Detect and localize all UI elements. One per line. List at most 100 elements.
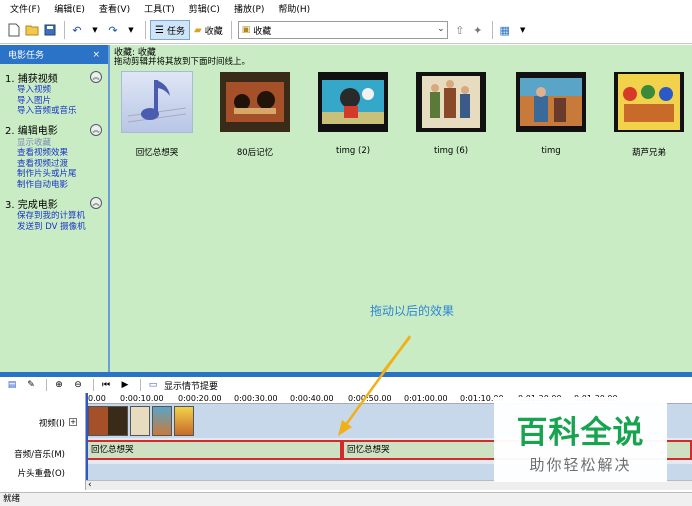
- tasks-button[interactable]: ☰ 任务: [150, 20, 190, 40]
- narrate-icon[interactable]: ✎: [23, 378, 39, 392]
- tasks-label: 任务: [166, 26, 185, 37]
- save-icon[interactable]: [42, 20, 58, 40]
- chevron-up-icon[interactable]: ︽: [90, 71, 102, 83]
- timeline-audio-clip[interactable]: 回忆总想哭: [86, 440, 342, 460]
- menu-file[interactable]: 文件(F): [10, 2, 40, 15]
- ruler-tick: 0:00:50.00: [348, 394, 392, 403]
- video-clip-thumbnail: [614, 72, 684, 132]
- menu-clip[interactable]: 剪辑(C): [189, 2, 220, 15]
- toolbar-separator: [140, 379, 141, 391]
- video-clip-thumbnail: [220, 72, 290, 132]
- clip-name: timg (2): [335, 146, 371, 156]
- scroll-left-icon[interactable]: ‹: [88, 480, 92, 490]
- play-icon[interactable]: ▶: [117, 378, 133, 392]
- redo-icon[interactable]: ↷: [105, 20, 121, 40]
- tasks-icon: ☰: [155, 24, 164, 36]
- clip-item[interactable]: 80后记忆: [218, 72, 292, 158]
- collection-view: 收藏: 收藏 拖动剪辑并将其放到下面时间线上。 回忆总想哭 80后记忆 timg…: [110, 45, 692, 372]
- timeline-icon[interactable]: ▤: [4, 378, 20, 392]
- collection-select-value: 收藏: [253, 26, 272, 37]
- undo-icon[interactable]: ↶: [69, 20, 85, 40]
- redo-dropdown-icon[interactable]: ▼: [123, 20, 139, 40]
- menu-edit[interactable]: 编辑(E): [54, 2, 85, 15]
- ruler-tick: 0:00:10.00: [120, 394, 164, 403]
- audio-track-label: 音频/音乐(M): [14, 450, 65, 460]
- link-send-to-dv[interactable]: 发送到 DV 摄像机: [17, 222, 108, 233]
- audio-clip-thumbnail: [121, 71, 193, 133]
- undo-dropdown-icon[interactable]: ▼: [87, 20, 103, 40]
- up-level-icon[interactable]: ⇧: [452, 20, 468, 40]
- link-import-pictures[interactable]: 导入图片: [17, 96, 108, 107]
- new-file-icon[interactable]: [6, 20, 22, 40]
- close-icon[interactable]: ×: [92, 50, 100, 60]
- rewind-icon[interactable]: ⏮: [98, 378, 114, 392]
- section-title: 3. 完成电影: [5, 199, 58, 211]
- video-clip-thumbnail: [416, 72, 486, 132]
- clip-item[interactable]: timg: [514, 72, 588, 156]
- audio-clip-name: 回忆总想哭: [91, 445, 134, 455]
- playhead[interactable]: [86, 393, 88, 480]
- menu-tools[interactable]: 工具(T): [144, 2, 175, 15]
- zoom-out-icon[interactable]: ⊖: [70, 378, 86, 392]
- link-view-effects[interactable]: 查看视频效果: [17, 148, 108, 159]
- clip-item[interactable]: timg (6): [414, 72, 488, 156]
- clip-name: timg (6): [433, 146, 469, 156]
- watermark-title: 百科全说: [516, 415, 645, 451]
- timeline-video-clip[interactable]: [174, 406, 194, 436]
- timeline-video-clip[interactable]: [152, 406, 172, 436]
- video-clip-thumbnail: [318, 72, 388, 132]
- ruler-tick: 0:00:20.00: [178, 394, 222, 403]
- timeline-video-clip[interactable]: [88, 406, 128, 436]
- edit-links: 显示收藏 查看视频效果 查看视频过渡 制作片头或片尾 制作自动电影: [0, 138, 108, 191]
- storyboard-icon[interactable]: ▭: [145, 378, 161, 392]
- toolbar-separator: [230, 21, 232, 39]
- track-labels: 视频(I) + 音频/音乐(M) 片头重叠(O): [0, 393, 86, 490]
- clip-item[interactable]: 葫芦兄弟: [612, 72, 686, 158]
- link-import-video[interactable]: 导入视频: [17, 85, 108, 96]
- collections-button[interactable]: ▰ 收藏: [190, 20, 227, 40]
- views-dropdown-icon[interactable]: ▼: [515, 20, 531, 40]
- timeline-video-clip[interactable]: [130, 406, 150, 436]
- toolbar-separator: [145, 21, 146, 39]
- video-track-label: 视频(I): [38, 419, 65, 429]
- menu-view[interactable]: 查看(V): [99, 2, 130, 15]
- chevron-up-icon[interactable]: ︽: [90, 123, 102, 136]
- video-clip-thumbnail: [516, 72, 586, 132]
- clip-name: 葫芦兄弟: [631, 148, 666, 158]
- section-finish-movie[interactable]: 3. 完成电影 ︽: [0, 195, 108, 211]
- link-automovie[interactable]: 制作自动电影: [17, 180, 108, 191]
- collection-select[interactable]: ▣ 收藏 ⌄: [237, 21, 448, 39]
- watermark-logo: 百科全说 助你轻松解决: [494, 397, 667, 482]
- link-show-collections[interactable]: 显示收藏: [17, 138, 108, 149]
- ruler-tick: 0:01:00.00: [404, 394, 448, 403]
- section-capture-video[interactable]: 1. 捕获视频 ︽: [0, 69, 108, 85]
- link-view-transitions[interactable]: 查看视频过渡: [17, 159, 108, 170]
- section-title: 2. 编辑电影: [5, 126, 58, 137]
- folder-icon: ▰: [193, 24, 202, 36]
- clip-item[interactable]: 回忆总想哭: [120, 71, 194, 158]
- collection-hint: 拖动剪辑并将其放到下面时间线上。: [114, 57, 251, 67]
- section-edit-movie[interactable]: 2. 编辑电影 ︽: [0, 122, 108, 138]
- link-save-to-computer[interactable]: 保存到我的计算机: [17, 211, 108, 222]
- clip-name: 80后记忆: [236, 148, 274, 158]
- new-collection-icon[interactable]: ✦: [470, 20, 486, 40]
- collections-label: 收藏: [204, 26, 223, 37]
- music-note-icon: [127, 80, 187, 123]
- show-storyboard-button[interactable]: 显示情节提要: [164, 379, 218, 392]
- toolbar-separator: [491, 21, 493, 39]
- toolbar-separator: [46, 379, 47, 391]
- menu-help[interactable]: 帮助(H): [278, 2, 310, 15]
- ruler-tick: 0:00:40.00: [290, 394, 334, 403]
- open-folder-icon[interactable]: [24, 20, 40, 40]
- views-icon[interactable]: ▦: [497, 20, 513, 40]
- chevron-up-icon[interactable]: ︽: [90, 197, 102, 209]
- menu-play[interactable]: 播放(P): [234, 2, 264, 15]
- toolbar: ↶ ▼ ↷ ▼ ☰ 任务 ▰ 收藏 ▣ 收藏 ⌄ ⇧ ✦ ▦ ▼: [0, 17, 692, 44]
- capture-links: 导入视频 导入图片 导入音频或音乐: [0, 85, 108, 117]
- clip-item[interactable]: timg (2): [316, 72, 390, 156]
- link-make-titles[interactable]: 制作片头或片尾: [17, 169, 108, 180]
- zoom-in-icon[interactable]: ⊕: [51, 378, 67, 392]
- link-import-audio[interactable]: 导入音频或音乐: [17, 106, 108, 117]
- title-track-label: 片头重叠(O): [17, 469, 65, 479]
- expand-icon[interactable]: +: [69, 418, 77, 426]
